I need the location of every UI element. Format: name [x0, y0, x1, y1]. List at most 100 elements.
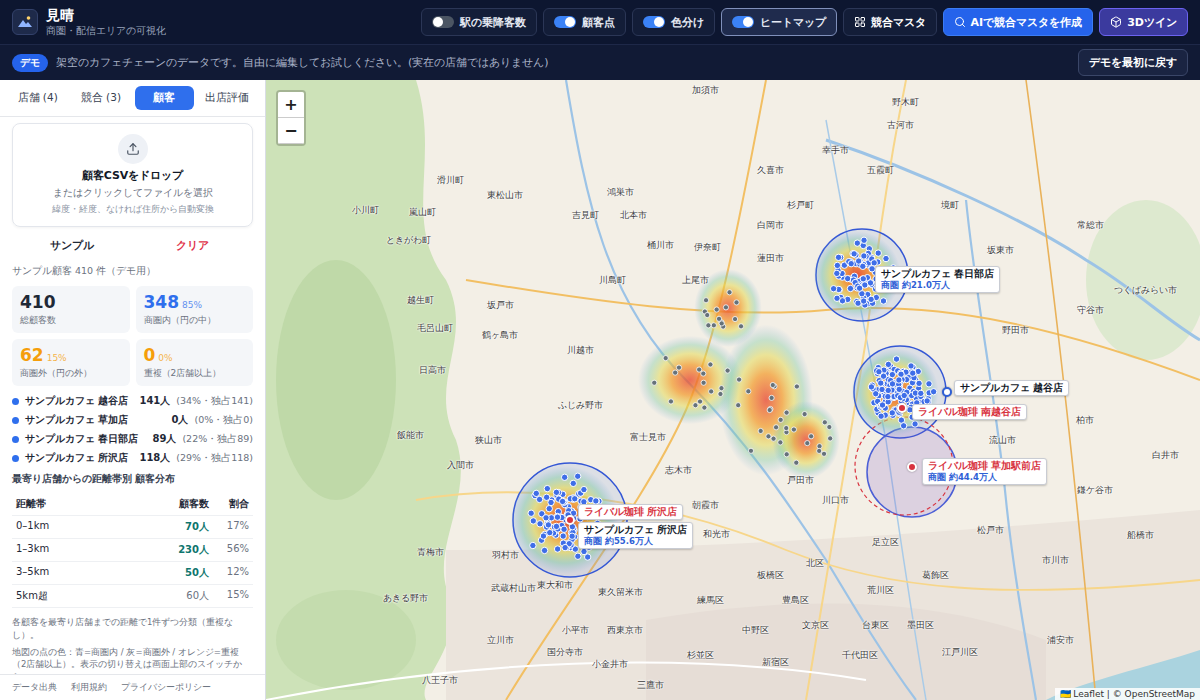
- customer-dot[interactable]: [575, 473, 581, 479]
- customer-dot[interactable]: [878, 380, 884, 386]
- sidebar-tab[interactable]: 出店評価: [198, 86, 257, 110]
- customer-dot[interactable]: [784, 452, 789, 457]
- customer-dot[interactable]: [778, 417, 783, 422]
- customer-dot[interactable]: [926, 381, 932, 387]
- customer-dot[interactable]: [769, 395, 774, 400]
- customer-dot[interactable]: [570, 480, 576, 486]
- layer-toggle[interactable]: ヒートマップ: [721, 8, 837, 36]
- customer-dot[interactable]: [896, 386, 902, 392]
- footer-link[interactable]: 利用規約: [71, 681, 107, 694]
- customer-dot[interactable]: [530, 518, 536, 524]
- customer-dot[interactable]: [758, 428, 763, 433]
- customer-dot[interactable]: [528, 510, 534, 516]
- customer-dot[interactable]: [848, 260, 854, 266]
- customer-dot[interactable]: [533, 490, 539, 496]
- customer-dot[interactable]: [553, 523, 559, 529]
- customer-dot[interactable]: [702, 405, 707, 410]
- csv-dropzone[interactable]: 顧客CSVをドロップまたはクリックしてファイルを選択緯度・経度、なければ住所から…: [12, 123, 253, 227]
- customer-dot[interactable]: [821, 451, 826, 456]
- customer-dot[interactable]: [900, 423, 906, 429]
- customer-dot[interactable]: [554, 546, 560, 552]
- customer-dot[interactable]: [561, 526, 567, 532]
- pin-label[interactable]: サンプルカフェ 越谷店: [954, 380, 1069, 396]
- customer-dot[interactable]: [896, 377, 902, 383]
- customer-dot[interactable]: [847, 285, 853, 291]
- customer-dot[interactable]: [581, 486, 587, 492]
- customer-dot[interactable]: [784, 425, 789, 430]
- customer-dot[interactable]: [676, 365, 681, 370]
- clear-button[interactable]: クリア: [133, 235, 254, 257]
- switch[interactable]: [554, 16, 576, 28]
- store-row[interactable]: サンプルカフェ 草加店0人(0%・独占0): [12, 413, 253, 427]
- layer-toggle[interactable]: 駅の乗降客数: [421, 8, 537, 36]
- footer-link[interactable]: データ出典: [12, 681, 57, 694]
- store-row[interactable]: サンプルカフェ 春日部店89人(22%・独占89): [12, 432, 253, 446]
- customer-dot[interactable]: [885, 393, 891, 399]
- customer-dot[interactable]: [916, 380, 922, 386]
- customer-dot[interactable]: [918, 390, 924, 396]
- layer-toggle[interactable]: 顧客点: [543, 8, 626, 36]
- action-button[interactable]: 3Dツイン: [1099, 8, 1188, 36]
- customer-dot[interactable]: [878, 413, 884, 419]
- customer-dot[interactable]: [554, 513, 560, 519]
- customer-dot[interactable]: [544, 485, 550, 491]
- customer-dot[interactable]: [830, 286, 836, 292]
- customer-dot[interactable]: [540, 533, 546, 539]
- customer-dot[interactable]: [559, 498, 565, 504]
- customer-dot[interactable]: [834, 262, 840, 268]
- customer-dot[interactable]: [868, 296, 874, 302]
- map[interactable]: 加須市鴻巣市北本市桶川市上尾市伊奈町蓮田市白岡市久喜市幸手市杉戸町川越市川島町坂…: [266, 80, 1200, 700]
- customer-dot[interactable]: [716, 316, 721, 321]
- customer-dot[interactable]: [817, 448, 822, 453]
- customer-dot[interactable]: [537, 521, 543, 527]
- customer-dot[interactable]: [736, 403, 741, 408]
- layer-toggle[interactable]: 色分け: [632, 8, 715, 36]
- customer-dot[interactable]: [766, 434, 771, 439]
- customer-dot[interactable]: [930, 389, 936, 395]
- customer-dot[interactable]: [883, 255, 889, 261]
- store-pin[interactable]: [897, 403, 907, 413]
- customer-dot[interactable]: [709, 389, 714, 394]
- customer-dot[interactable]: [561, 474, 567, 480]
- store-pin[interactable]: [565, 515, 575, 525]
- sidebar-tab[interactable]: 店舗 (4): [8, 86, 67, 110]
- customer-dot[interactable]: [575, 553, 581, 559]
- customer-dot[interactable]: [910, 370, 916, 376]
- pin-label[interactable]: サンプルカフェ 春日部店商圏 約21.0万人: [875, 266, 1000, 293]
- switch[interactable]: [643, 16, 665, 28]
- customer-dot[interactable]: [734, 300, 739, 305]
- customer-dot[interactable]: [908, 363, 914, 369]
- customer-dot[interactable]: [725, 368, 730, 373]
- pin-label[interactable]: ライバル珈琲 所沢店: [578, 504, 683, 520]
- pin-label[interactable]: サンプルカフェ 所沢店商圏 約55.6万人: [578, 522, 693, 549]
- customer-dot[interactable]: [889, 381, 895, 387]
- store-pin[interactable]: [907, 462, 917, 472]
- customer-dot[interactable]: [572, 496, 578, 502]
- customer-dot[interactable]: [530, 542, 536, 548]
- customer-dot[interactable]: [748, 448, 753, 453]
- customer-dot[interactable]: [727, 290, 732, 295]
- customer-dot[interactable]: [876, 369, 882, 375]
- store-pin[interactable]: [942, 387, 952, 397]
- customer-dot[interactable]: [560, 533, 566, 539]
- customer-dot[interactable]: [822, 420, 827, 425]
- customer-dot[interactable]: [827, 424, 832, 429]
- store-row[interactable]: サンプルカフェ 越谷店141人(34%・独占141): [12, 394, 253, 408]
- customer-dot[interactable]: [860, 298, 866, 304]
- customer-dot[interactable]: [809, 434, 814, 439]
- customer-dot[interactable]: [697, 399, 702, 404]
- footer-link[interactable]: プライバシーポリシー: [121, 681, 211, 694]
- customer-dot[interactable]: [554, 514, 560, 520]
- customer-dot[interactable]: [791, 427, 796, 432]
- customer-dot[interactable]: [705, 312, 710, 317]
- zoom-out-button[interactable]: −: [278, 118, 304, 144]
- customer-dot[interactable]: [673, 370, 678, 375]
- customer-dot[interactable]: [771, 436, 776, 441]
- customer-dot[interactable]: [873, 391, 879, 397]
- customer-dot[interactable]: [879, 402, 885, 408]
- customer-dot[interactable]: [536, 496, 542, 502]
- customer-dot[interactable]: [668, 399, 673, 404]
- customer-dot[interactable]: [855, 258, 861, 264]
- pin-label[interactable]: ライバル珈琲 南越谷店: [912, 404, 1027, 420]
- customer-dot[interactable]: [889, 410, 895, 416]
